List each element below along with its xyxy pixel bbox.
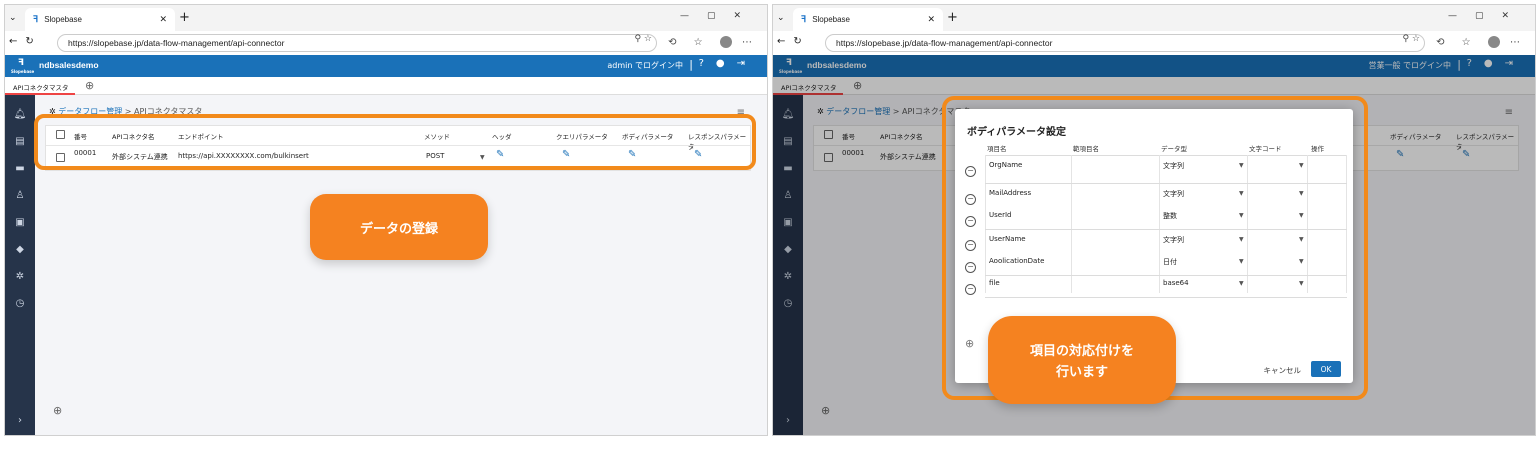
tab-strip: ⌄ ꟻ Slopebase ✕ + —▢✕ [773, 5, 1535, 31]
app-logo[interactable]: ꟻ Slopebase [11, 57, 34, 74]
close-tab-icon[interactable]: ✕ [927, 14, 935, 25]
header-icons[interactable]: ?●⇥ [699, 58, 757, 69]
history-icon[interactable]: ◷ [5, 298, 35, 309]
url-field[interactable]: https://slopebase.jp/data-flow-managemen… [57, 34, 657, 52]
folder-icon[interactable]: ▬ [5, 163, 35, 174]
window-controls[interactable]: —▢✕ [1448, 11, 1527, 21]
callout-register: データの登録 [310, 194, 488, 260]
profile-avatar[interactable] [719, 36, 732, 48]
tab-actions-icon[interactable]: ⌄ [9, 13, 17, 23]
bell-icon[interactable]: 🔔︎ [5, 109, 35, 120]
callout-mapping: 項目の対応付けを 行います [988, 316, 1176, 404]
sidebar: 🔔︎ ▤ ▬ ♙ ▣ ◆ ✲ ◷ › [5, 95, 35, 435]
app-header: ꟻ Slopebase ndbsalesdemo admin でログイン中 | ?… [5, 55, 767, 77]
browser-toolbar[interactable]: ⟲ ☆ ⋯ [668, 36, 759, 48]
chart-icon[interactable]: ▤ [5, 136, 35, 147]
profile-avatar[interactable] [1487, 36, 1500, 48]
app-tabs: APIコネクタマスタ ⊕ [5, 77, 767, 95]
slopebase-favicon-icon: ꟻ [33, 14, 39, 24]
tab-api-connector[interactable]: APIコネクタマスタ [5, 77, 75, 95]
browser-tab[interactable]: ꟻ Slopebase ✕ [793, 8, 943, 31]
new-tab-icon[interactable]: + [947, 10, 958, 25]
address-tools-icon[interactable]: ⚲ ☆ [634, 34, 652, 44]
tenant-name: ndbsalesdemo [39, 60, 99, 70]
expand-icon[interactable]: › [5, 415, 35, 426]
window-controls[interactable]: —▢✕ [680, 11, 759, 21]
highlight-frame-left [34, 114, 756, 170]
callout-line-2: 行います [1055, 365, 1108, 380]
add-row-icon[interactable]: ⊕ [53, 404, 62, 417]
address-bar-row: ←↻ https://slopebase.jp/data-flow-manage… [5, 31, 767, 55]
browser-tab-title: Slopebase [44, 15, 82, 24]
callout-line-1: 項目の対応付けを [1029, 344, 1134, 359]
slopebase-favicon-icon: ꟻ [801, 14, 807, 24]
browser-tab[interactable]: ꟻ Slopebase ✕ [25, 8, 175, 31]
address-bar-row: ←↻ https://slopebase.jp/data-flow-manage… [773, 31, 1535, 55]
gear-icon[interactable]: ✲ [5, 271, 35, 282]
nav-buttons[interactable]: ←↻ [9, 36, 42, 47]
clipboard-icon[interactable]: ▣ [5, 217, 35, 228]
add-tab-icon[interactable]: ⊕ [85, 79, 94, 92]
address-tools-icon[interactable]: ⚲ ☆ [1402, 34, 1420, 44]
browser-tab-title: Slopebase [812, 15, 850, 24]
tab-strip: ⌄ ꟻ Slopebase ✕ + —▢✕ [5, 5, 767, 31]
new-tab-icon[interactable]: + [179, 10, 190, 25]
browser-toolbar[interactable]: ⟲ ☆ ⋯ [1436, 36, 1527, 48]
stamp-icon[interactable]: ♙ [5, 190, 35, 201]
header-divider: | [689, 58, 693, 71]
url-field[interactable]: https://slopebase.jp/data-flow-managemen… [825, 34, 1425, 52]
graduation-icon[interactable]: ◆ [5, 244, 35, 255]
login-status: admin でログイン中 [607, 61, 683, 70]
nav-buttons[interactable]: ←↻ [777, 36, 810, 47]
tab-actions-icon[interactable]: ⌄ [777, 13, 785, 23]
close-tab-icon[interactable]: ✕ [159, 14, 167, 25]
